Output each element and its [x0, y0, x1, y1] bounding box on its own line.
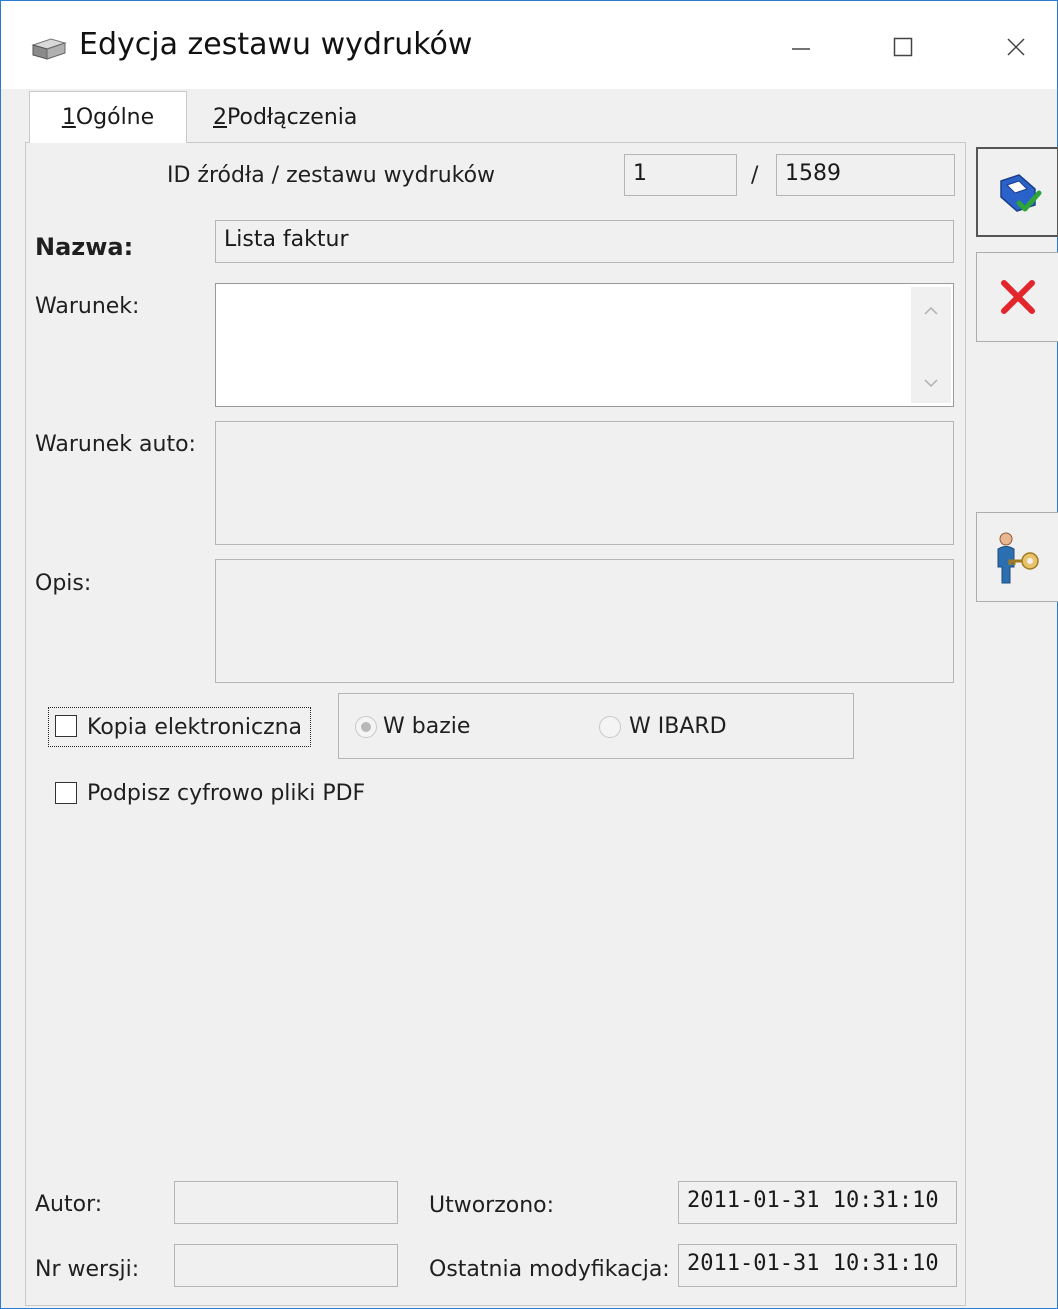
title-bar[interactable]: Edycja zestawu wydruków: [1, 1, 1057, 89]
print-set-icon: [31, 35, 67, 63]
maximize-icon: [893, 37, 913, 57]
author-label: Autor:: [35, 1192, 103, 1217]
id-source-field: 1: [624, 154, 737, 196]
electronic-copy-label[interactable]: Kopia elektroniczna: [87, 715, 302, 740]
modified-field: 2011-01-31 10:31:10: [678, 1244, 957, 1287]
id-label: ID źródła / zestawu wydruków: [167, 163, 496, 188]
tab-general-label: Ogólne: [75, 105, 155, 130]
version-field: [174, 1244, 398, 1287]
user-key-icon: [997, 532, 1039, 584]
radio-w-bazie-label: W bazie: [383, 714, 471, 739]
print-set-edit-window: Edycja zestawu wydruków 1 Ogólne 2 Podłą…: [0, 0, 1058, 1309]
condition-scrollbar[interactable]: [911, 287, 951, 403]
id-set-field: 1589: [776, 154, 955, 196]
radio-w-bazie: [355, 716, 377, 738]
condition-textarea[interactable]: [215, 283, 954, 407]
modified-label: Ostatnia modyfikacja:: [429, 1257, 670, 1282]
save-button[interactable]: [976, 147, 1058, 237]
scroll-up-icon[interactable]: [911, 291, 951, 331]
tab-general[interactable]: 1 Ogólne: [29, 91, 187, 143]
description-field: [215, 559, 954, 683]
save-disk-check-icon: [999, 174, 1041, 212]
id-separator: /: [751, 163, 759, 188]
version-label: Nr wersji:: [35, 1257, 140, 1282]
sign-pdf-label[interactable]: Podpisz cyfrowo pliki PDF: [87, 781, 365, 806]
created-label: Utworzono:: [429, 1193, 555, 1218]
tab-connections-label: Podłączenia: [227, 104, 358, 130]
tab-connections-hotkey: 2: [213, 104, 227, 130]
tab-general-hotkey: 1: [61, 105, 76, 130]
minimize-button[interactable]: [771, 21, 831, 73]
scroll-down-icon[interactable]: [911, 363, 951, 403]
minimize-icon: [792, 48, 810, 50]
window-title: Edycja zestawu wydruków: [79, 27, 473, 62]
maximize-button[interactable]: [873, 21, 933, 73]
permissions-button[interactable]: [976, 512, 1058, 602]
close-button[interactable]: [986, 21, 1046, 73]
close-icon: [1007, 38, 1025, 56]
name-field[interactable]: Lista faktur: [215, 220, 954, 263]
created-field: 2011-01-31 10:31:10: [678, 1181, 957, 1224]
auto-condition-label: Warunek auto:: [35, 432, 196, 457]
red-x-icon: [1000, 280, 1035, 314]
description-label: Opis:: [35, 571, 92, 596]
electronic-copy-checkbox[interactable]: [55, 715, 77, 737]
radio-w-ibard-label: W IBARD: [629, 714, 727, 739]
condition-label: Warunek:: [35, 294, 140, 319]
author-field: [174, 1181, 398, 1224]
auto-condition-field: [215, 421, 954, 545]
name-label: Nazwa:: [35, 233, 134, 261]
tab-connections[interactable]: 2 Podłączenia: [213, 91, 357, 143]
sign-pdf-checkbox[interactable]: [55, 782, 77, 804]
radio-w-ibard: [599, 716, 621, 738]
cancel-button[interactable]: [976, 252, 1058, 342]
